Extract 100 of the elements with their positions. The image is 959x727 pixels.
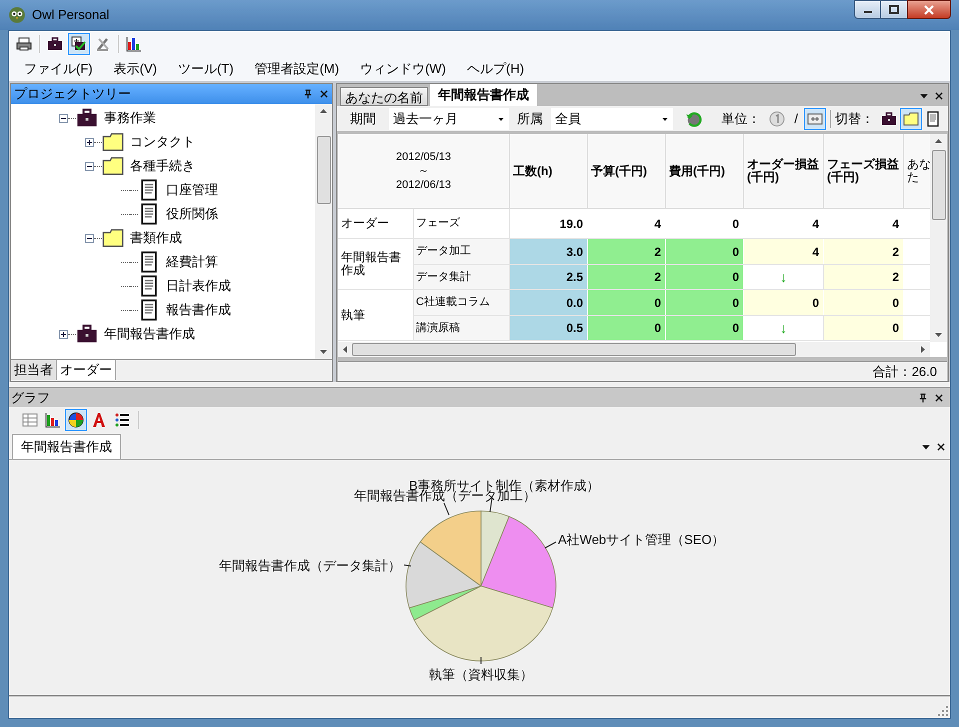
table-cell: 0.0 <box>510 290 588 315</box>
leader-line <box>480 656 482 664</box>
tree-item[interactable]: 報告書作成 <box>166 300 231 320</box>
document-icon[interactable] <box>138 179 160 201</box>
scroll-thumb[interactable] <box>352 343 796 356</box>
dropdown-icon[interactable] <box>921 442 931 452</box>
tab[interactable]: あなたの名前 <box>340 87 428 106</box>
close-button[interactable] <box>907 0 951 19</box>
total-text: 合計：26.0 <box>872 362 937 381</box>
pin-icon[interactable] <box>918 392 928 402</box>
tree-item[interactable]: コンタクト <box>130 132 195 152</box>
close-icon[interactable] <box>936 442 946 452</box>
column-header[interactable]: 費用(千円) <box>666 134 744 208</box>
tree-item[interactable]: 各種手続き <box>130 156 195 176</box>
document-icon[interactable] <box>138 275 160 297</box>
tree-item[interactable]: 書類作成 <box>130 228 182 248</box>
dropdown-icon[interactable] <box>919 91 929 101</box>
table-cell: 0 <box>824 290 904 315</box>
row-group-label: 執筆 <box>338 290 414 340</box>
table-cell: 2.5 <box>510 265 588 289</box>
column-header[interactable]: フェーズ損益(千円) <box>824 134 904 208</box>
row-header: C社連載コラム <box>414 290 510 315</box>
slice-label: A社Webサイト管理（SEO） <box>558 532 725 547</box>
scrollbar[interactable] <box>315 104 332 359</box>
date-text: 2012/05/13 <box>396 150 452 164</box>
tree-item[interactable]: 経費計算 <box>166 252 218 272</box>
row-header: データ集計 <box>414 265 510 289</box>
slice-label: 執筆（資料収集） <box>429 667 533 682</box>
resize-grip-icon[interactable] <box>938 706 948 716</box>
tree-item[interactable]: 役所関係 <box>166 204 218 224</box>
leader-line <box>404 564 412 566</box>
table-cell: 3.0 <box>510 239 588 264</box>
date-text: 2012/06/13 <box>396 178 452 192</box>
table-cell: 2 <box>588 265 666 289</box>
column-header[interactable]: あなた <box>904 134 930 208</box>
table-cell: 0 <box>588 290 666 315</box>
row-header: 講演原稿 <box>414 316 510 340</box>
folder-icon[interactable] <box>102 227 124 249</box>
separator-text: / <box>794 110 798 128</box>
briefcase-icon[interactable] <box>76 107 98 129</box>
maximize-icon[interactable] <box>889 4 899 14</box>
scrollbar[interactable] <box>338 342 930 357</box>
tab[interactable]: オーダー <box>57 360 116 380</box>
document-icon[interactable] <box>138 299 160 321</box>
date-text: ～ <box>418 164 429 178</box>
tree-item[interactable]: 年間報告書作成 <box>104 324 195 344</box>
minimize-button[interactable] <box>854 0 881 19</box>
table-cell: 2 <box>824 239 904 264</box>
scrollbar[interactable] <box>930 134 947 342</box>
tab[interactable]: 年間報告書作成 <box>430 84 537 106</box>
field-label: 単位： <box>721 110 760 128</box>
window-title: Owl Personal <box>32 6 110 24</box>
tab[interactable]: 年間報告書作成 <box>12 434 121 459</box>
field-label: 切替： <box>835 110 874 128</box>
panel-title: グラフ <box>11 388 51 407</box>
table-cell: 2 <box>588 239 666 264</box>
column-header[interactable]: 予算(千円) <box>588 134 666 208</box>
menu-item[interactable]: 表示(V) <box>114 59 157 79</box>
close-icon[interactable] <box>934 392 944 402</box>
column-header[interactable]: オーダー損益(千円) <box>744 134 824 208</box>
document-icon[interactable] <box>138 251 160 273</box>
folder-icon[interactable] <box>102 131 124 153</box>
table-cell: 4 <box>744 239 824 264</box>
close-icon[interactable] <box>319 89 329 99</box>
slice-label: 年間報告書作成（データ集計） <box>219 558 401 573</box>
table-cell: 0 <box>666 290 744 315</box>
owl-logo-icon <box>8 6 26 24</box>
table-cell: 2 <box>824 265 904 289</box>
folder-icon[interactable] <box>102 155 124 177</box>
tree-item[interactable]: 事務作業 <box>104 108 156 128</box>
menu-item[interactable]: ツール(T) <box>178 59 234 79</box>
table-cell: 0 <box>666 239 744 264</box>
leader-line <box>544 542 556 548</box>
period-dropdown[interactable]: 過去一ヶ月 <box>389 108 509 130</box>
row-group-label: 年間報告書作成 <box>338 239 414 289</box>
document-icon[interactable] <box>138 203 160 225</box>
tree-item[interactable]: 口座管理 <box>166 180 218 200</box>
menu-item[interactable]: 管理者設定(M) <box>254 59 340 79</box>
table-cell: 0.5 <box>510 316 588 340</box>
table-cell: 0 <box>666 316 744 340</box>
briefcase-icon[interactable] <box>76 323 98 345</box>
tab[interactable]: 担当者 <box>11 360 57 380</box>
table-cell: 0 <box>588 316 666 340</box>
menu-item[interactable]: ファイル(F) <box>24 59 93 79</box>
scroll-thumb[interactable] <box>316 136 330 204</box>
close-icon[interactable] <box>934 91 944 101</box>
column-header[interactable]: 工数(h) <box>510 134 588 208</box>
table-cell: 0 <box>744 290 824 315</box>
scroll-thumb[interactable] <box>932 150 946 220</box>
row-header: フェーズ <box>414 209 510 238</box>
pin-icon[interactable] <box>303 89 313 99</box>
leader-line <box>444 502 450 516</box>
tree-item[interactable]: 日計表作成 <box>166 276 231 296</box>
field-label: 所属 <box>516 110 544 128</box>
group-dropdown[interactable]: 全員 <box>551 108 673 130</box>
panel-title: プロジェクトツリー <box>14 85 132 104</box>
table-cell: 0 <box>666 265 744 289</box>
menu-item[interactable]: ヘルプ(H) <box>467 59 524 79</box>
menu-item[interactable]: ウィンドウ(W) <box>360 59 446 79</box>
maximize-button[interactable] <box>881 0 907 19</box>
